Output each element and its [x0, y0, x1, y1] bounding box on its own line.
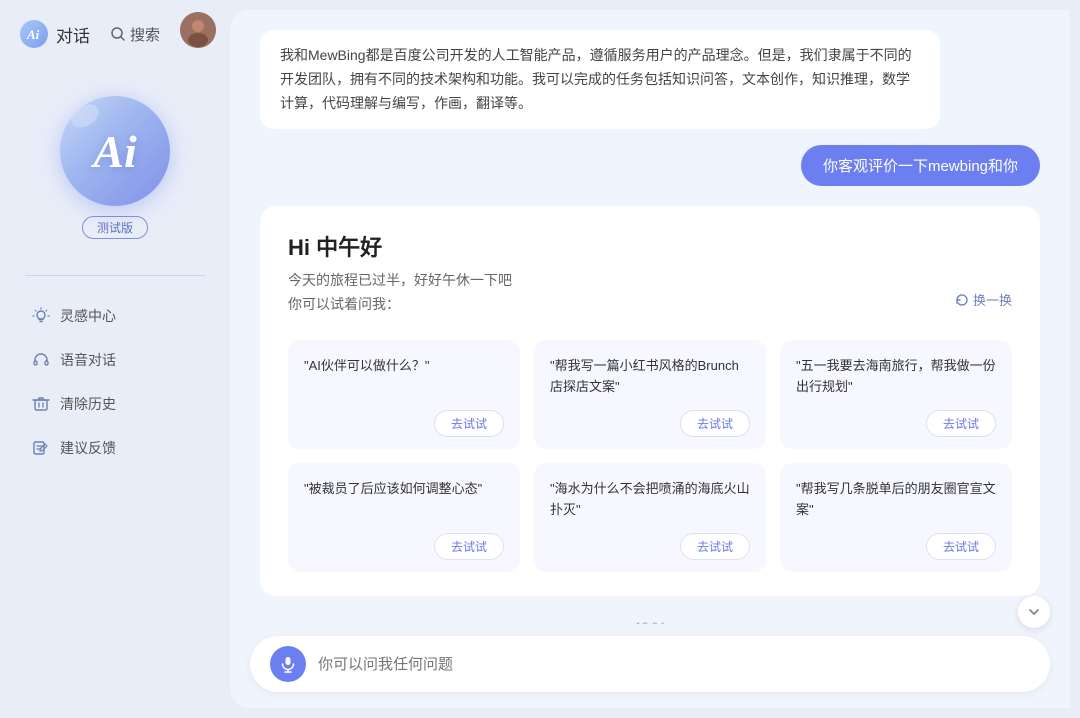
user-avatar-img — [180, 12, 216, 48]
menu-feedback-label: 建议反馈 — [60, 438, 116, 458]
try-button-1[interactable]: 去试试 — [680, 410, 750, 437]
prompt-card-5: "帮我写几条脱单后的朋友圈官宣文案" 去试试 — [780, 463, 1012, 572]
try-button-0[interactable]: 去试试 — [434, 410, 504, 437]
input-box — [250, 636, 1050, 692]
chevron-down-icon — [1027, 605, 1041, 619]
input-area — [230, 624, 1070, 708]
user-avatar[interactable] — [180, 12, 216, 48]
sidebar-item-feedback[interactable]: 建议反馈 — [20, 428, 210, 468]
prompt-text-0: "AI伙伴可以做什么？" — [304, 356, 504, 377]
prompt-card-0: "AI伙伴可以做什么？" 去试试 — [288, 340, 520, 449]
main-panel: 我和MewBing都是百度公司开发的人工智能产品，遵循服务用户的产品理念。但是，… — [230, 10, 1070, 708]
menu-clear-label: 清除历史 — [60, 394, 116, 414]
prompt-text-4: "海水为什么不会把喷涌的海底火山扑灭" — [550, 479, 750, 521]
ai-message-prev-text: 我和MewBing都是百度公司开发的人工智能产品，遵循服务用户的产品理念。但是，… — [280, 47, 912, 111]
ai-logo-text: Ai — [93, 125, 136, 178]
ai-avatar: Ai — [60, 96, 170, 206]
try-button-3[interactable]: 去试试 — [434, 533, 504, 560]
svg-text:Ai: Ai — [26, 27, 40, 42]
prompt-text-3: "被裁员了后应该如何调整心态" — [304, 479, 504, 500]
menu-voice-label: 语音对话 — [60, 350, 116, 370]
sidebar: Ai 对话 搜索 Ai 测试版 灵感中心 — [0, 0, 230, 718]
prompt-card-1: "帮我写一篇小红书风格的Brunch店探店文案" 去试试 — [534, 340, 766, 449]
search-icon — [110, 26, 126, 42]
mic-button[interactable] — [270, 646, 306, 682]
greeting-subtitle: 今天的旅程已过半，好好午休一下吧 — [288, 270, 512, 290]
prompt-text-5: "帮我写几条脱单后的朋友圈官宣文案" — [796, 479, 996, 521]
user-message: 你客观评价一下mewbing和你 — [801, 145, 1040, 186]
lightbulb-icon — [32, 307, 50, 325]
greeting-card: Hi 中午好 今天的旅程已过半，好好午休一下吧 你可以试着问我： 换一换 "AI… — [260, 206, 1040, 595]
try-button-5[interactable]: 去试试 — [926, 533, 996, 560]
greeting-title: Hi 中午好 — [288, 230, 512, 262]
try-button-2[interactable]: 去试试 — [926, 410, 996, 437]
sidebar-item-inspiration[interactable]: 灵感中心 — [20, 296, 210, 336]
refresh-label: 换一换 — [973, 290, 1012, 309]
search-label: 搜索 — [130, 24, 160, 45]
prompt-card-2: "五一我要去海南旅行，帮我做一份出行规划" 去试试 — [780, 340, 1012, 449]
headphone-icon — [32, 351, 50, 369]
prompt-card-3: "被裁员了后应该如何调整心态" 去试试 — [288, 463, 520, 572]
chat-area: 我和MewBing都是百度公司开发的人工智能产品，遵循服务用户的产品理念。但是，… — [230, 10, 1070, 624]
delete-icon — [32, 395, 50, 413]
app-logo-icon: Ai — [20, 20, 48, 48]
ai-avatar-container: Ai 测试版 — [60, 96, 170, 239]
sidebar-divider — [25, 275, 205, 276]
sidebar-item-voice[interactable]: 语音对话 — [20, 340, 210, 380]
app-title: 对话 — [56, 22, 90, 47]
mic-icon — [279, 655, 297, 673]
chat-input[interactable] — [318, 656, 1030, 673]
menu-inspiration-label: 灵感中心 — [60, 306, 116, 326]
ai-message-prev: 我和MewBing都是百度公司开发的人工智能产品，遵循服务用户的产品理念。但是，… — [260, 30, 940, 129]
refresh-icon — [955, 293, 969, 307]
greeting-text-block: Hi 中午好 今天的旅程已过半，好好午休一下吧 你可以试着问我： — [288, 230, 512, 330]
beta-badge: 测试版 — [82, 216, 148, 239]
try-button-4[interactable]: 去试试 — [680, 533, 750, 560]
scroll-down-button[interactable] — [1018, 596, 1050, 628]
prompt-grid: "AI伙伴可以做什么？" 去试试 "帮我写一篇小红书风格的Brunch店探店文案… — [288, 340, 1012, 571]
edit-icon — [32, 439, 50, 457]
sidebar-menu: 灵感中心 语音对话 清除历史 建议反馈 — [0, 296, 230, 468]
user-message-row: 你客观评价一下mewbing和你 — [260, 145, 1040, 186]
prompt-card-4: "海水为什么不会把喷涌的海底火山扑灭" 去试试 — [534, 463, 766, 572]
search-button[interactable]: 搜索 — [110, 24, 160, 45]
prompt-text-1: "帮我写一篇小红书风格的Brunch店探店文案" — [550, 356, 750, 398]
refresh-button[interactable]: 换一换 — [955, 290, 1012, 309]
greeting-prompt-label: 你可以试着问我： — [288, 294, 512, 314]
prompt-text-2: "五一我要去海南旅行，帮我做一份出行规划" — [796, 356, 996, 398]
sidebar-item-clear[interactable]: 清除历史 — [20, 384, 210, 424]
